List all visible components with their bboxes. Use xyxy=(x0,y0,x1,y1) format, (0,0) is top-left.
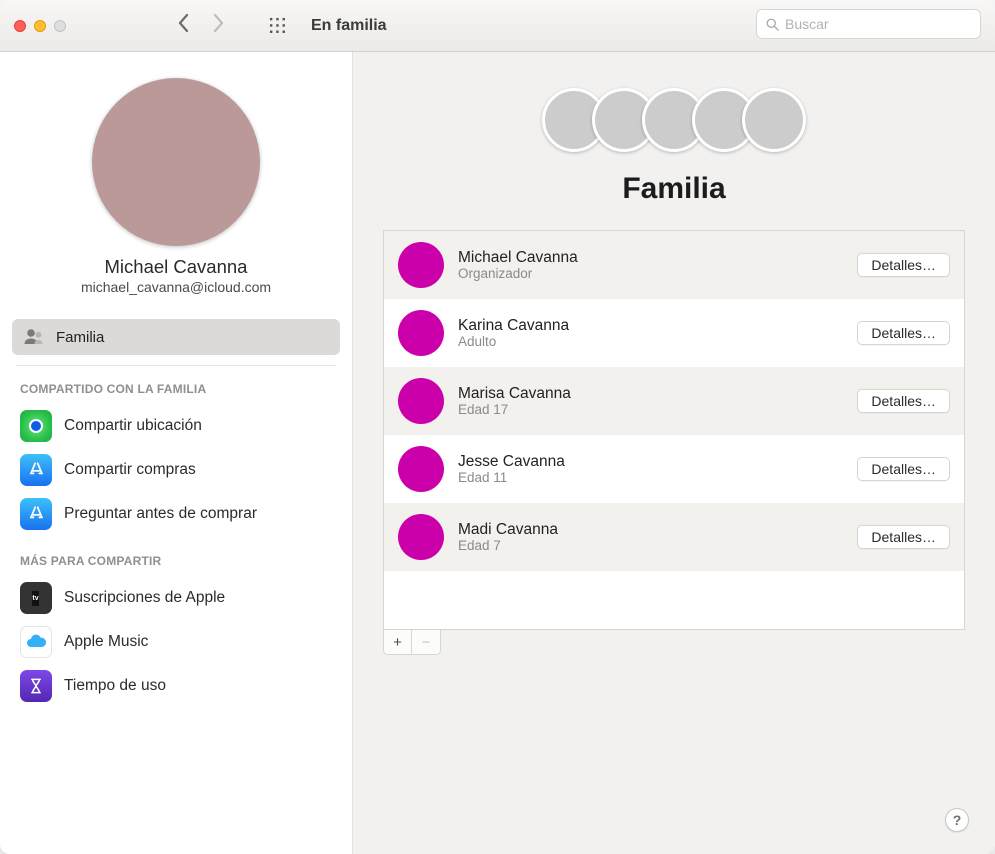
member-name: Madi Cavanna xyxy=(458,521,558,539)
titlebar: En familia xyxy=(0,0,995,52)
forward-button xyxy=(210,13,228,38)
close-button[interactable] xyxy=(14,20,26,32)
member-role: Edad 11 xyxy=(458,470,565,485)
profile-name: Michael Cavanna xyxy=(12,256,340,278)
member-name: Michael Cavanna xyxy=(458,249,578,267)
appstore-icon xyxy=(20,498,52,530)
details-button[interactable]: Detalles… xyxy=(857,253,950,277)
minimize-button[interactable] xyxy=(34,20,46,32)
profile-header: Michael Cavanna michael_cavanna@icloud.c… xyxy=(12,78,340,295)
add-member-button[interactable]: + xyxy=(384,630,412,654)
profile-email: michael_cavanna@icloud.com xyxy=(12,279,340,295)
hourglass-icon xyxy=(20,670,52,702)
family-members-table: Michael Cavanna Organizador Detalles… Ka… xyxy=(383,230,965,630)
maximize-button xyxy=(54,20,66,32)
family-member-row[interactable]: Karina Cavanna Adulto Detalles… xyxy=(384,299,964,367)
sidebar-item-label: Compartir compras xyxy=(64,461,196,479)
help-button[interactable]: ? xyxy=(945,808,969,832)
details-button[interactable]: Detalles… xyxy=(857,321,950,345)
sidebar-item-label: Tiempo de uso xyxy=(64,677,166,695)
avatar xyxy=(398,514,444,560)
appstore-icon xyxy=(20,454,52,486)
details-button[interactable]: Detalles… xyxy=(857,525,950,549)
back-button[interactable] xyxy=(174,13,192,38)
sidebar-item-label: Suscripciones de Apple xyxy=(64,589,225,607)
page-title: Familia xyxy=(383,172,965,206)
sidebar-item-location-sharing[interactable]: Compartir ubicación xyxy=(12,404,340,448)
sidebar-item-label: Apple Music xyxy=(64,633,148,651)
sidebar-item-family[interactable]: Familia xyxy=(12,319,340,355)
sidebar-item-subscriptions[interactable]: tv Suscripciones de Apple xyxy=(12,576,340,620)
avatar xyxy=(398,242,444,288)
member-name: Marisa Cavanna xyxy=(458,385,571,403)
family-member-row[interactable]: Michael Cavanna Organizador Detalles… xyxy=(384,231,964,299)
remove-member-button: − xyxy=(412,630,440,654)
icloud-icon xyxy=(20,626,52,658)
member-role: Edad 7 xyxy=(458,538,558,553)
family-member-row[interactable]: Madi Cavanna Edad 7 Detalles… xyxy=(384,503,964,571)
member-role: Edad 17 xyxy=(458,402,571,417)
section-header-shared: COMPARTIDO CON LA FAMILIA xyxy=(12,382,340,404)
sidebar-item-purchase-sharing[interactable]: Compartir compras xyxy=(12,448,340,492)
sidebar-item-ask-to-buy[interactable]: Preguntar antes de comprar xyxy=(12,492,340,536)
add-remove-controls: + − xyxy=(383,630,441,655)
grid-icon[interactable] xyxy=(268,16,287,35)
nav-arrows xyxy=(174,13,228,38)
family-member-row[interactable]: Marisa Cavanna Edad 17 Detalles… xyxy=(384,367,964,435)
member-name: Jesse Cavanna xyxy=(458,453,565,471)
profile-avatar[interactable] xyxy=(92,78,260,246)
search-input[interactable] xyxy=(785,16,972,32)
sidebar-item-apple-music[interactable]: Apple Music xyxy=(12,620,340,664)
subscriptions-icon: tv xyxy=(20,582,52,614)
findmy-icon xyxy=(20,410,52,442)
family-icon xyxy=(22,325,46,349)
avatar xyxy=(398,310,444,356)
details-button[interactable]: Detalles… xyxy=(857,389,950,413)
window-title: En familia xyxy=(311,17,387,35)
chevron-left-icon xyxy=(174,13,192,33)
member-role: Adulto xyxy=(458,334,569,349)
section-header-more: MÁS PARA COMPARTIR xyxy=(12,554,340,576)
avatar xyxy=(398,446,444,492)
window-controls xyxy=(14,20,66,32)
avatar xyxy=(742,88,806,152)
family-member-row[interactable]: Jesse Cavanna Edad 11 Detalles… xyxy=(384,435,964,503)
member-role: Organizador xyxy=(458,266,578,281)
sidebar: Michael Cavanna michael_cavanna@icloud.c… xyxy=(0,52,353,854)
avatar xyxy=(398,378,444,424)
sidebar-item-screen-time[interactable]: Tiempo de uso xyxy=(12,664,340,708)
sidebar-item-label: Compartir ubicación xyxy=(64,417,202,435)
divider xyxy=(16,365,336,366)
chevron-right-icon xyxy=(210,13,228,33)
search-icon xyxy=(765,17,780,32)
table-empty-row xyxy=(384,571,964,629)
main-panel: Familia Michael Cavanna Organizador Deta… xyxy=(353,52,995,854)
sidebar-item-label: Familia xyxy=(56,329,104,346)
details-button[interactable]: Detalles… xyxy=(857,457,950,481)
sidebar-item-label: Preguntar antes de comprar xyxy=(64,505,257,523)
search-field[interactable] xyxy=(756,9,981,39)
family-avatar-stack xyxy=(383,88,965,152)
member-name: Karina Cavanna xyxy=(458,317,569,335)
